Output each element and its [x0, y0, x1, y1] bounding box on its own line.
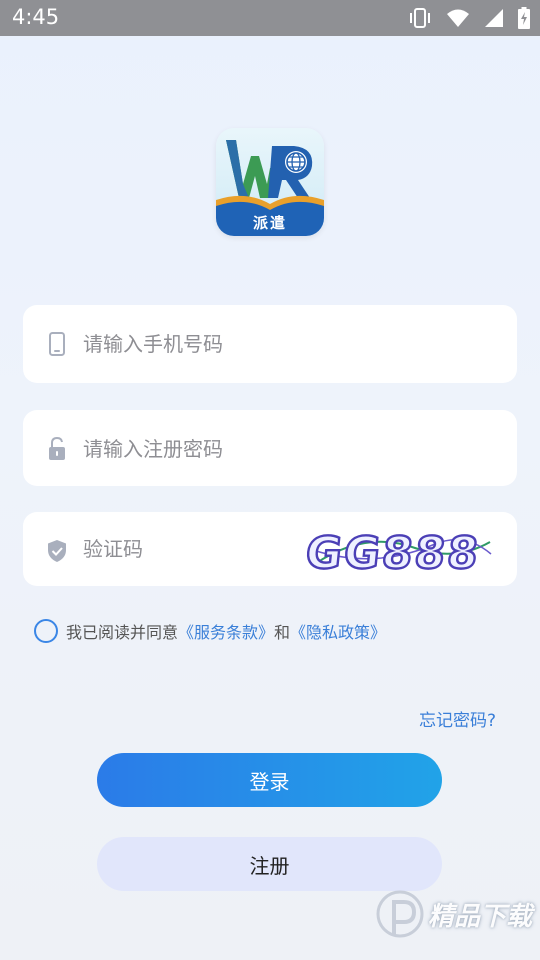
login-button[interactable]: 登录 [97, 753, 442, 807]
vibrate-icon [408, 7, 432, 29]
agreement-row: 我已阅读并同意 《服务条款》 和 《隐私政策》 [34, 618, 386, 644]
forgot-password-link[interactable]: 忘记密码? [419, 706, 496, 731]
register-button[interactable]: 注册 [97, 837, 442, 891]
status-icons [408, 6, 530, 30]
svg-text:GG888: GG888 [305, 528, 483, 576]
captcha-input[interactable] [83, 530, 283, 568]
terms-link[interactable]: 《服务条款》 [178, 619, 274, 643]
watermark: 精品下载 [372, 886, 532, 950]
signal-icon [484, 8, 504, 28]
agreement-conjunction: 和 [274, 623, 291, 642]
logo-text: 派遣 [252, 214, 287, 232]
privacy-link[interactable]: 《隐私政策》 [290, 619, 386, 643]
password-field[interactable] [23, 410, 517, 486]
shield-icon [45, 539, 69, 563]
captcha-field[interactable]: GG888 [23, 512, 517, 586]
password-input[interactable] [83, 430, 463, 468]
phone-icon [45, 332, 69, 356]
phone-field[interactable] [23, 305, 517, 383]
wifi-icon [446, 8, 470, 28]
battery-icon [518, 7, 530, 29]
status-bar: 4:45 [0, 0, 540, 36]
lock-icon [45, 436, 69, 461]
app-logo: 派遣 [216, 128, 324, 236]
agree-radio[interactable] [34, 619, 58, 643]
captcha-image[interactable]: GG888 [302, 524, 495, 580]
watermark-text: 精品下载 [428, 902, 533, 932]
agreement-prefix: 我已阅读并同意 [66, 623, 179, 642]
phone-input[interactable] [83, 325, 463, 363]
status-time: 4:45 [12, 5, 60, 29]
